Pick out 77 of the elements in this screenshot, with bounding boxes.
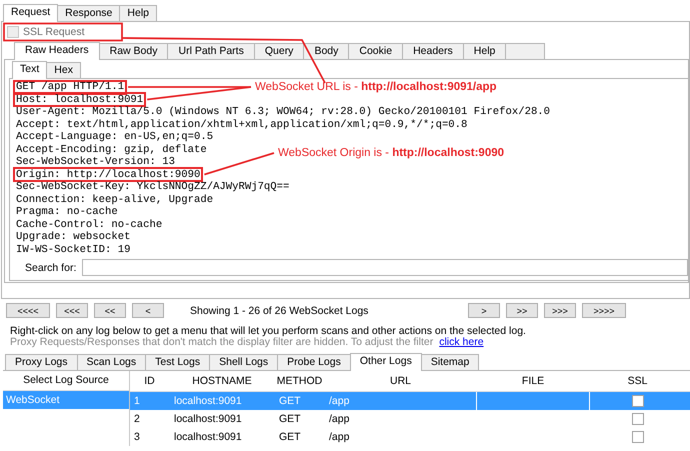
page-button[interactable]: > bbox=[468, 303, 500, 318]
tab[interactable]: Proxy Logs bbox=[5, 354, 78, 370]
column-header[interactable]: ID bbox=[130, 371, 170, 391]
search-field[interactable] bbox=[82, 259, 688, 276]
tab[interactable]: Test Logs bbox=[145, 354, 210, 370]
code-line: IW-WS-SocketID: 19 bbox=[16, 244, 130, 254]
tab[interactable]: Shell Logs bbox=[209, 354, 278, 370]
table-cell-text: 3 bbox=[133, 430, 141, 445]
code-line: Sec-WebSocket-Key: YkclsNNOgZZ/AJWyRWj7qQ== bbox=[16, 182, 290, 192]
search-label: Search for: bbox=[25, 262, 76, 274]
page-button[interactable]: >>> bbox=[544, 303, 576, 318]
tab[interactable]: Text bbox=[12, 61, 48, 79]
tab[interactable]: Help bbox=[462, 43, 506, 59]
column-header[interactable]: HOSTNAME bbox=[170, 371, 275, 391]
callout-text: WebSocket URL is - http://localhost:9091/app bbox=[255, 81, 497, 93]
page-button[interactable]: >>>> bbox=[582, 303, 626, 318]
leader-line bbox=[204, 152, 274, 176]
tab[interactable]: Scan Logs bbox=[76, 354, 146, 370]
link[interactable]: click here bbox=[439, 336, 484, 348]
raw-headers-editor[interactable] bbox=[9, 78, 688, 281]
column-header[interactable]: METHOD bbox=[275, 371, 325, 391]
table-cell-text: /app bbox=[328, 412, 350, 427]
tab[interactable]: Probe Logs bbox=[277, 354, 351, 370]
tab[interactable]: Help bbox=[119, 5, 157, 21]
filter-note: Proxy Requests/Responses that don't match the display filter are hidden. To adjust the filter bbox=[10, 336, 434, 348]
table-cell-text: 2 bbox=[133, 412, 141, 427]
code-line: Pragma: no-cache bbox=[16, 207, 118, 217]
column-header[interactable]: URL bbox=[325, 371, 477, 391]
code-line: Origin: http://localhost:9090 bbox=[16, 170, 200, 180]
tab[interactable]: Response bbox=[57, 5, 120, 21]
tab[interactable]: Sitemap bbox=[420, 354, 480, 370]
table-cell-text: localhost:9091 bbox=[173, 394, 243, 409]
page-button[interactable]: >> bbox=[506, 303, 538, 318]
code-line: Connection: keep-alive, Upgrade bbox=[16, 194, 214, 204]
code-line: Cache-Control: no-cache bbox=[16, 220, 162, 230]
checkbox-label: SSL Request bbox=[23, 26, 84, 38]
table-cell-text: GET bbox=[278, 412, 302, 427]
table-row[interactable]: 3 localhost:9091 GET /app bbox=[130, 428, 690, 446]
tab[interactable]: Cookie bbox=[348, 43, 404, 59]
tab[interactable] bbox=[505, 43, 546, 59]
tab[interactable]: Query bbox=[254, 43, 304, 59]
table-cell-text: /app bbox=[328, 430, 350, 445]
tab[interactable]: Other Logs bbox=[350, 353, 422, 371]
code-line: Accept-Language: en-US,en;q=0.5 bbox=[16, 132, 214, 142]
checkbox[interactable] bbox=[632, 431, 644, 443]
code-line: Host: localhost:9091 bbox=[16, 94, 144, 104]
code-line: Accept-Encoding: gzip, deflate bbox=[16, 144, 207, 154]
table-cell-text: localhost:9091 bbox=[173, 430, 243, 445]
page-button[interactable]: < bbox=[132, 303, 164, 318]
table-cell-text: localhost:9091 bbox=[173, 412, 243, 427]
code-line: Upgrade: websocket bbox=[16, 232, 130, 242]
checkbox[interactable] bbox=[632, 395, 644, 407]
hint-text: Right-click on any log below to get a menu that will let you perform scans and other actions on the selected log. bbox=[10, 326, 527, 337]
code-line: GET /app HTTP/1.1 bbox=[16, 82, 124, 92]
page-button[interactable]: <<< bbox=[56, 303, 88, 318]
table-cell-text: 1 bbox=[133, 394, 141, 409]
column-header[interactable]: SSL bbox=[590, 371, 686, 391]
code-line: Accept: text/html,application/xhtml+xml,application/xml;q=0.9,*/*;q=0.8 bbox=[16, 120, 468, 130]
table-row[interactable]: 2 localhost:9091 GET /app bbox=[130, 410, 690, 428]
code-line: User-Agent: Mozilla/5.0 (Windows NT 6.3; WOW64; rv:28.0) Gecko/20100101 Firefox/28.0 bbox=[16, 107, 550, 117]
tab[interactable]: Raw Body bbox=[98, 43, 168, 59]
checkbox[interactable] bbox=[632, 413, 644, 425]
table-cell: /app bbox=[325, 392, 477, 410]
tab[interactable]: Body bbox=[303, 43, 350, 59]
tab[interactable]: Url Path Parts bbox=[167, 43, 255, 59]
table-cell-text: GET bbox=[278, 394, 302, 409]
tab[interactable]: Headers bbox=[402, 43, 464, 59]
tab[interactable]: Request bbox=[3, 4, 58, 22]
page-button[interactable]: <<<< bbox=[6, 303, 50, 318]
table-cell-text: GET bbox=[278, 430, 302, 445]
tab[interactable]: Hex bbox=[46, 62, 81, 78]
page-button[interactable]: << bbox=[94, 303, 126, 318]
code-line: Sec-WebSocket-Version: 13 bbox=[16, 157, 175, 167]
page-status: Showing 1 - 26 of 26 WebSocket Logs bbox=[190, 304, 370, 316]
tab[interactable]: Raw Headers bbox=[14, 42, 100, 60]
column-header[interactable]: FILE bbox=[477, 371, 590, 391]
callout-text: WebSocket Origin is - http://localhost:9090 bbox=[278, 147, 504, 159]
